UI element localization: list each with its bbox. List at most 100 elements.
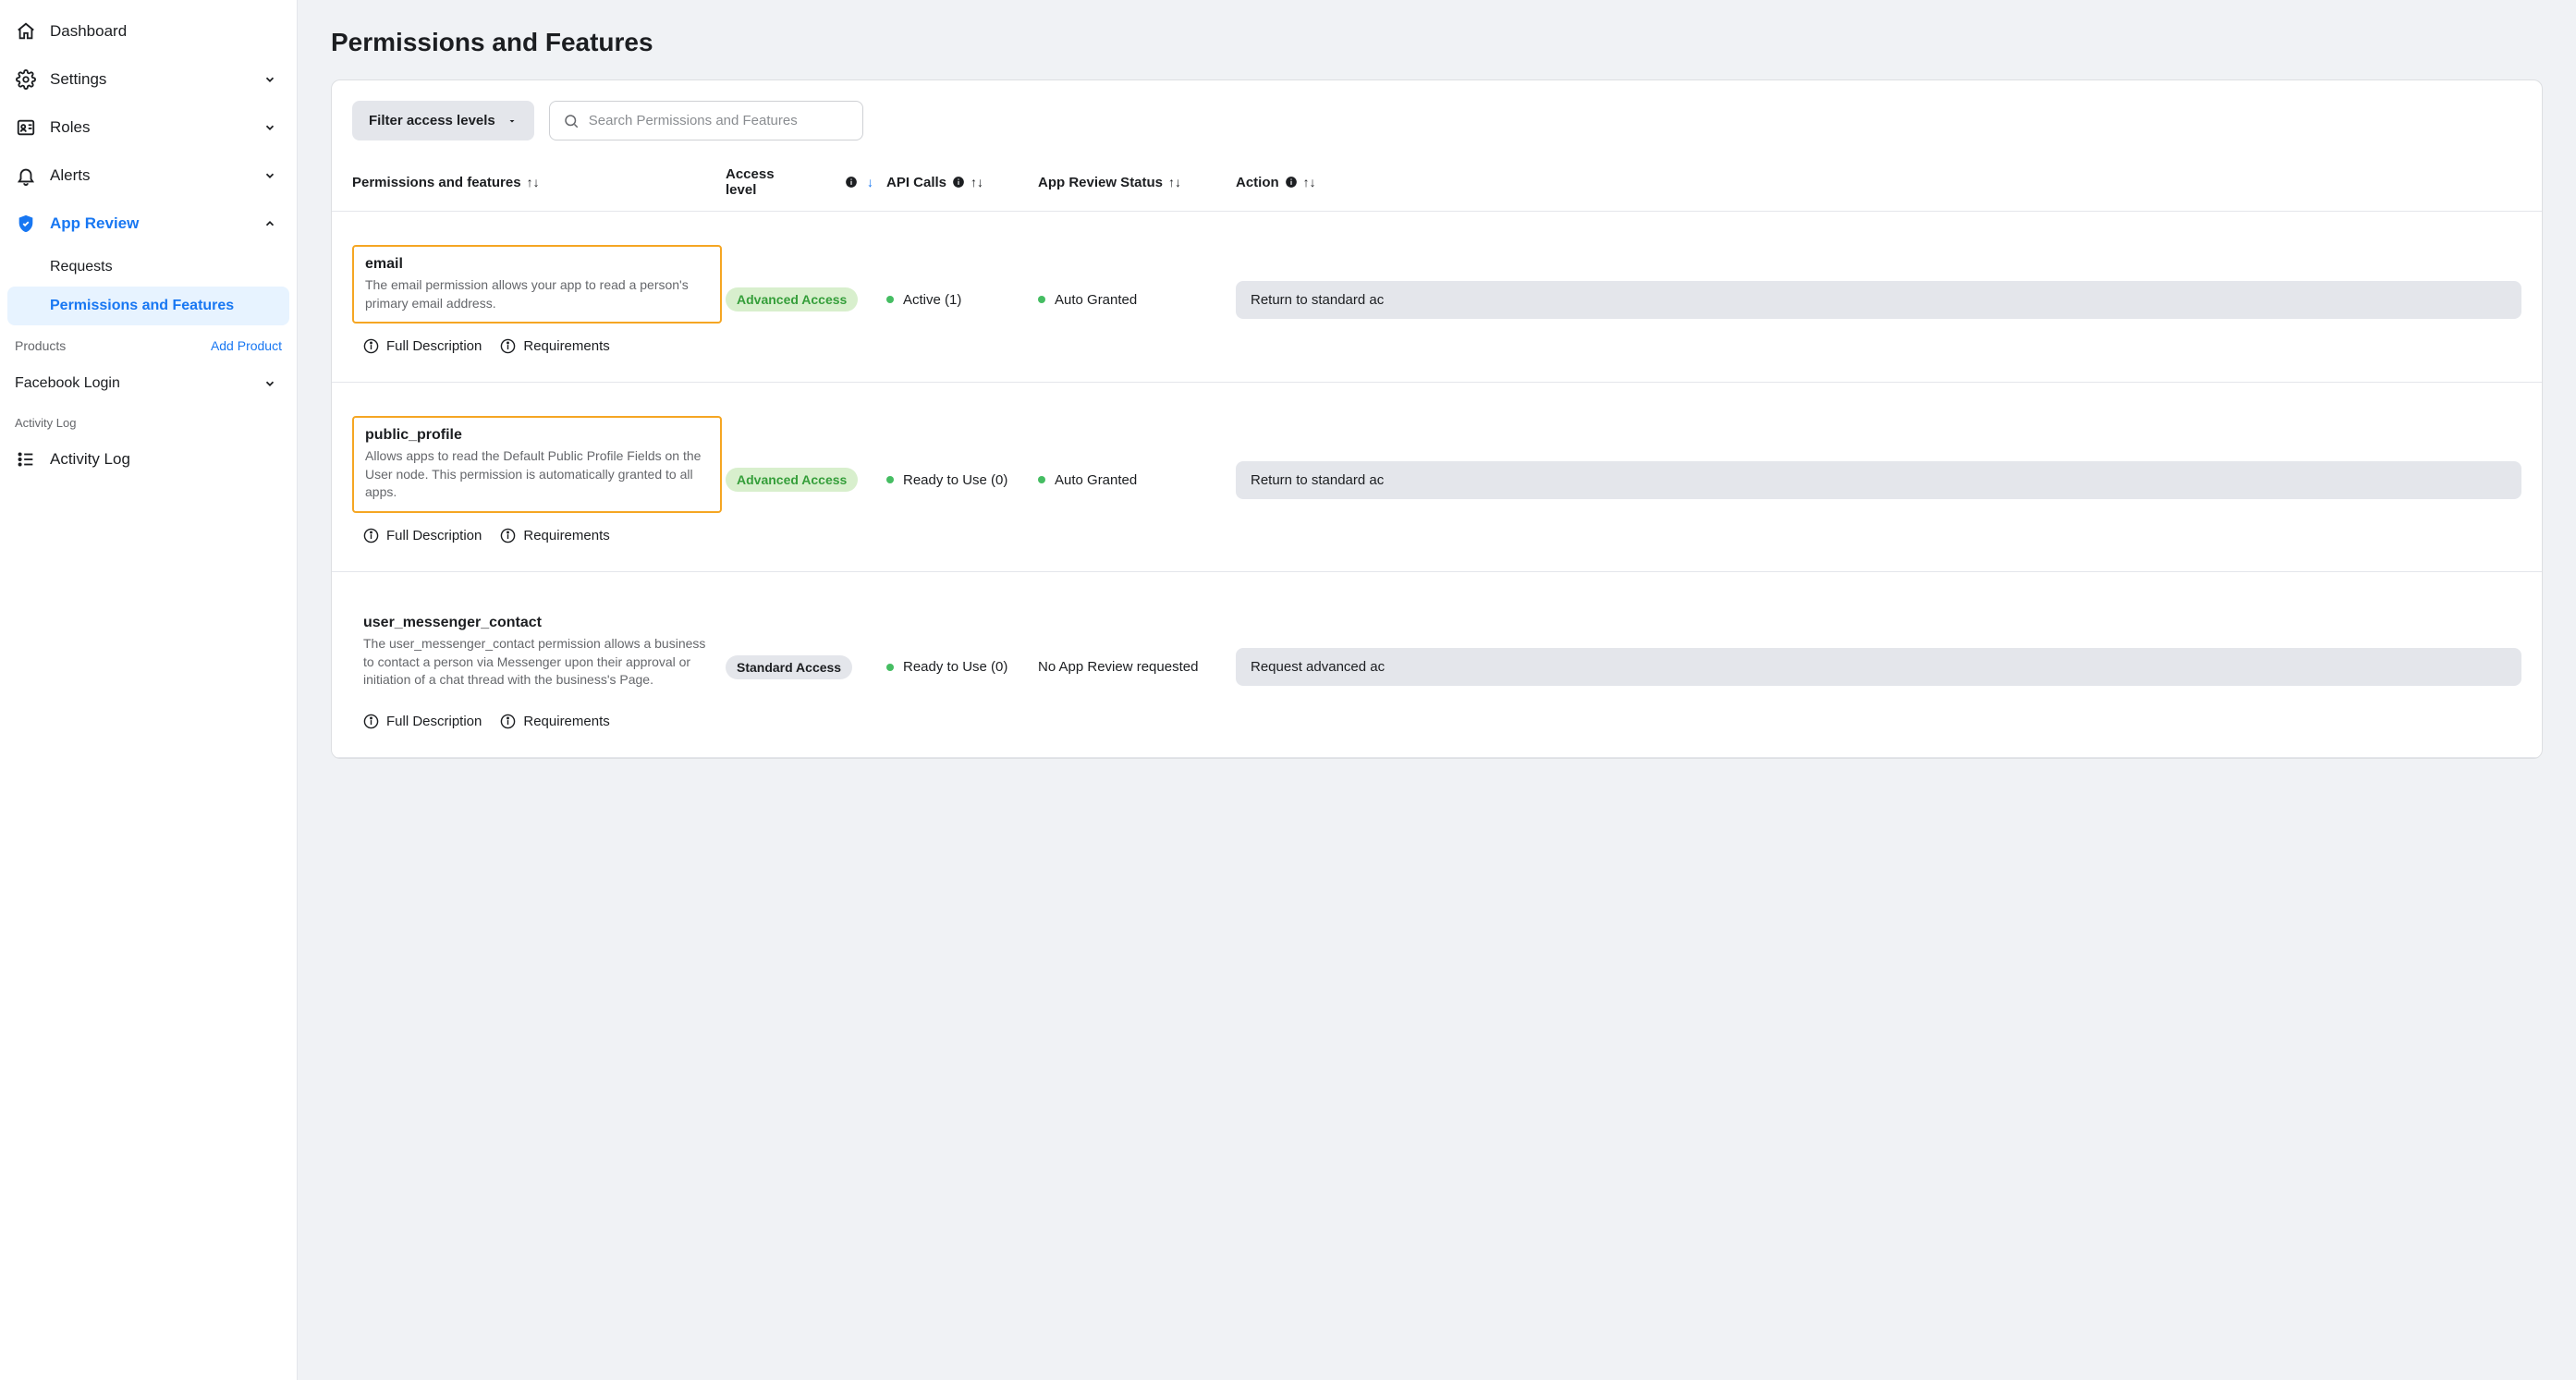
link-label: Full Description [386, 528, 482, 543]
sidebar-label-facebook-login: Facebook Login [15, 375, 120, 392]
sort-icon: ↑↓ [971, 175, 983, 189]
sort-icon: ↑↓ [1303, 175, 1316, 189]
sort-icon: ↑↓ [527, 175, 540, 189]
perm-links: Full Description Requirements [352, 699, 722, 729]
col-api[interactable]: API Calls ↑↓ [886, 166, 1034, 198]
sidebar-item-settings[interactable]: Settings [0, 55, 297, 104]
chevron-up-icon [263, 217, 276, 230]
chevron-down-icon [263, 169, 276, 182]
col-action[interactable]: Action ↑↓ [1236, 166, 2521, 198]
access-badge: Advanced Access [726, 287, 858, 311]
status-dot-icon [1038, 296, 1045, 303]
shield-check-icon [15, 213, 37, 235]
table-row: emailThe email permission allows your ap… [332, 212, 2542, 383]
table-row: user_messenger_contactThe user_messenger… [332, 572, 2542, 758]
perm-box: emailThe email permission allows your ap… [352, 245, 722, 324]
perm-name: public_profile [365, 427, 709, 444]
search-icon [563, 113, 580, 129]
api-text: Active (1) [903, 292, 961, 308]
info-icon [1285, 176, 1298, 189]
sidebar-item-activity-log[interactable]: Activity Log [0, 435, 297, 483]
col-access[interactable]: Access level ↓ [726, 166, 883, 198]
action-cell: Return to standard ac [1236, 281, 2521, 319]
col-review[interactable]: App Review Status ↑↓ [1038, 166, 1232, 198]
sidebar-label-dashboard: Dashboard [50, 22, 127, 41]
requirements-link[interactable]: Requirements [500, 338, 609, 354]
status-dot-icon [886, 296, 894, 303]
info-icon [952, 176, 965, 189]
chevron-down-icon [263, 377, 276, 390]
gear-icon [15, 68, 37, 91]
table-row: public_profile Allows apps to read the De… [332, 383, 2542, 572]
list-icon [15, 448, 37, 470]
sidebar-subitem-permissions[interactable]: Permissions and Features [7, 287, 289, 325]
action-button[interactable]: Request advanced ac [1236, 648, 2521, 686]
info-icon [500, 528, 516, 543]
sidebar-subitem-requests[interactable]: Requests [0, 248, 297, 287]
access-badge: Advanced Access [726, 468, 858, 492]
page-title: Permissions and Features [331, 28, 2543, 57]
search-input[interactable] [580, 102, 849, 140]
products-section-header: Products Add Product [0, 325, 297, 362]
status-dot-icon [1038, 476, 1045, 483]
sidebar-label-activity-log: Activity Log [50, 450, 130, 469]
info-icon [500, 714, 516, 729]
api-cell: Ready to Use (0) [886, 659, 1034, 675]
sidebar: Dashboard Settings Roles Alerts App R [0, 0, 298, 1380]
sidebar-label-settings: Settings [50, 70, 106, 89]
sidebar-item-dashboard[interactable]: Dashboard [0, 7, 297, 55]
api-text: Ready to Use (0) [903, 472, 1007, 488]
link-label: Full Description [386, 714, 482, 729]
sidebar-item-facebook-login[interactable]: Facebook Login [0, 362, 297, 405]
access-badge: Standard Access [726, 655, 852, 679]
link-label: Full Description [386, 338, 482, 354]
review-text: No App Review requested [1038, 659, 1198, 675]
action-button[interactable]: Return to standard ac [1236, 281, 2521, 319]
bell-icon [15, 165, 37, 187]
perm-cell: emailThe email permission allows your ap… [352, 245, 722, 354]
link-label: Requirements [523, 338, 609, 354]
perm-links: Full Description Requirements [352, 324, 722, 354]
review-text: Auto Granted [1055, 472, 1137, 488]
perm-box: public_profile Allows apps to read the De… [352, 416, 722, 513]
products-label: Products [15, 338, 66, 353]
requirements-link[interactable]: Requirements [500, 528, 609, 543]
action-cell: Return to standard ac [1236, 461, 2521, 499]
perm-description: Allows apps to read the Default Public P… [365, 447, 709, 502]
id-card-icon [15, 116, 37, 139]
main-content: Permissions and Features Filter access l… [298, 0, 2576, 1380]
add-product-link[interactable]: Add Product [211, 338, 282, 353]
info-icon [845, 176, 858, 189]
col-label: API Calls [886, 175, 946, 190]
search-field[interactable] [549, 101, 863, 140]
sidebar-label-app-review: App Review [50, 214, 139, 233]
sidebar-item-alerts[interactable]: Alerts [0, 152, 297, 200]
sidebar-item-roles[interactable]: Roles [0, 104, 297, 152]
review-cell: Auto Granted [1038, 472, 1232, 488]
info-icon [363, 714, 379, 729]
status-dot-icon [886, 664, 894, 671]
table-body: emailThe email permission allows your ap… [332, 212, 2542, 758]
perm-cell: public_profile Allows apps to read the De… [352, 416, 722, 543]
filter-access-button[interactable]: Filter access levels [352, 101, 534, 140]
sidebar-label-alerts: Alerts [50, 166, 90, 185]
full-description-link[interactable]: Full Description [363, 714, 482, 729]
access-cell: Advanced Access [726, 468, 883, 492]
review-cell: Auto Granted [1038, 292, 1232, 308]
col-label: Action [1236, 175, 1279, 190]
action-button[interactable]: Return to standard ac [1236, 461, 2521, 499]
sidebar-item-app-review[interactable]: App Review [0, 200, 297, 248]
perm-name: user_messenger_contact [363, 615, 711, 631]
info-icon [500, 338, 516, 354]
col-label: Access level [726, 166, 790, 198]
action-cell: Request advanced ac [1236, 648, 2521, 686]
info-icon [363, 528, 379, 543]
review-cell: No App Review requested [1038, 659, 1232, 675]
requirements-link[interactable]: Requirements [500, 714, 609, 729]
access-cell: Advanced Access [726, 287, 883, 311]
access-cell: Standard Access [726, 655, 883, 679]
full-description-link[interactable]: Full Description [363, 528, 482, 543]
sort-icon: ↑↓ [1168, 175, 1181, 189]
full-description-link[interactable]: Full Description [363, 338, 482, 354]
col-permissions[interactable]: Permissions and features ↑↓ [352, 166, 722, 198]
